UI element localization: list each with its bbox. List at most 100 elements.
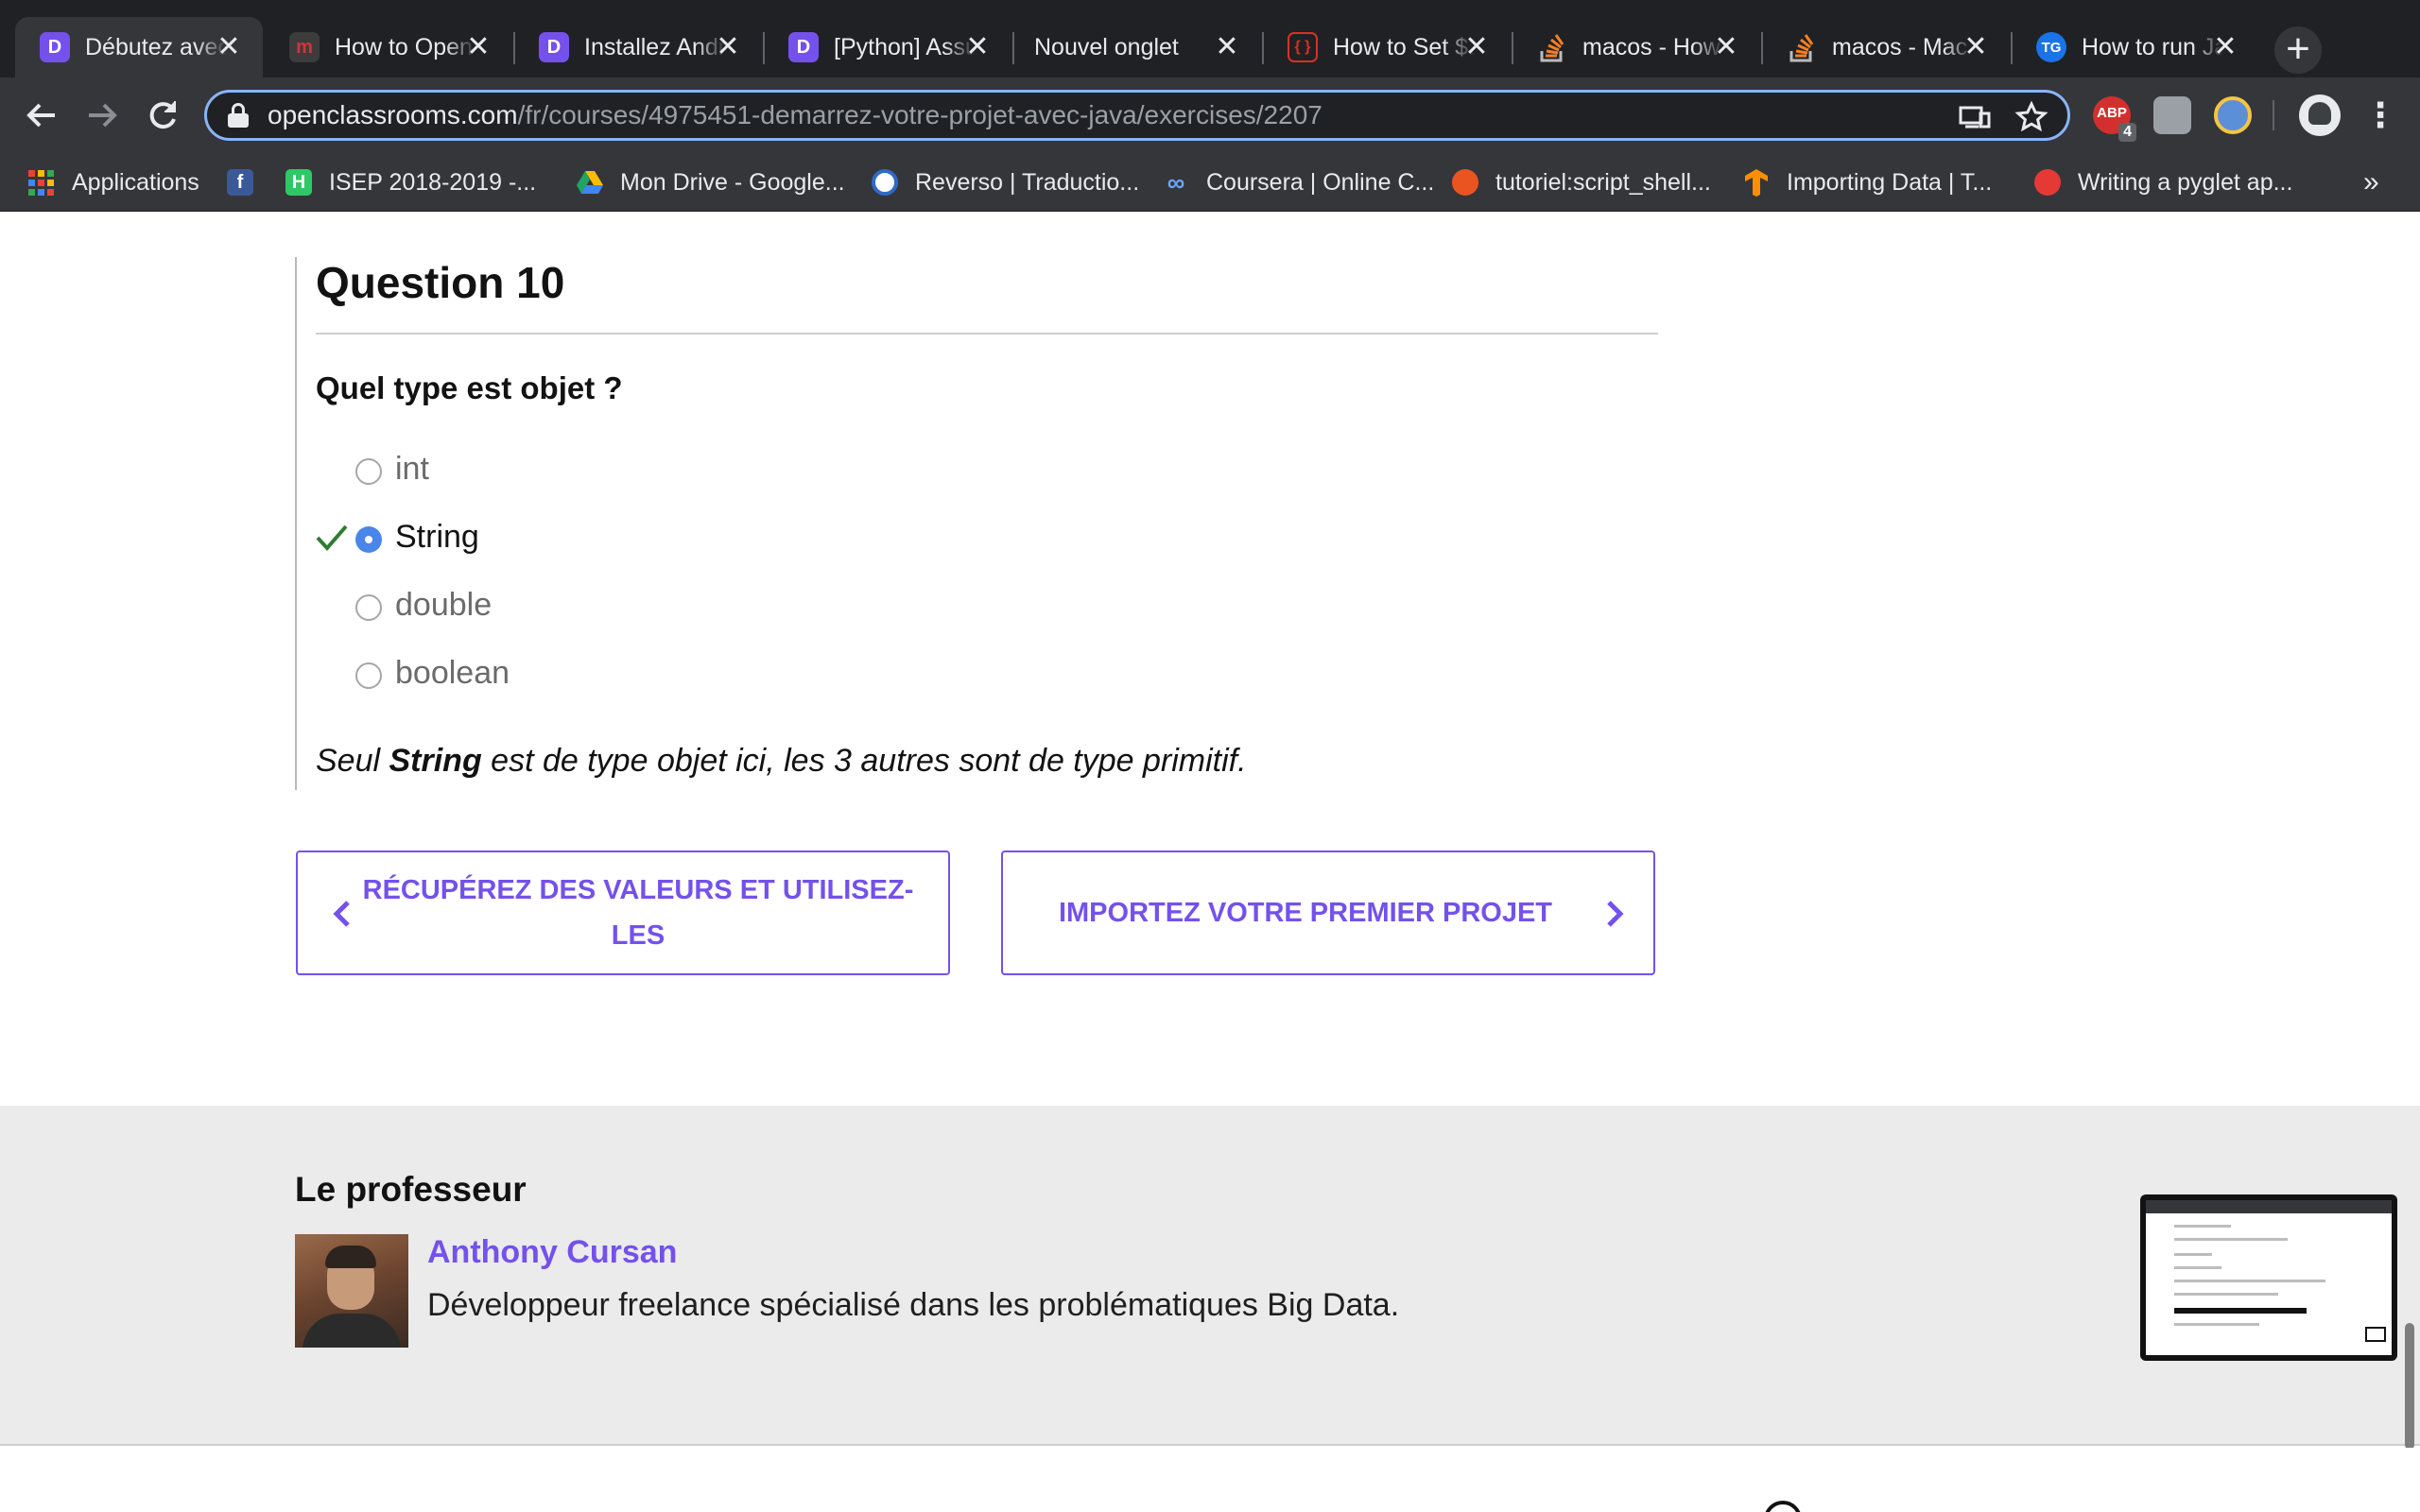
professor-name-link[interactable]: Anthony Cursan <box>427 1234 677 1271</box>
answer-label: double <box>395 587 493 623</box>
correct-checkmark-icon <box>316 524 348 552</box>
bookmark-facebook[interactable]: f <box>227 163 270 202</box>
tab-installez-android[interactable]: D Installez Android Studio ✕ <box>514 17 762 77</box>
close-tab-icon[interactable]: ✕ <box>214 32 244 62</box>
bookmark-script-shell[interactable]: tutoriel:script_shell... <box>1452 163 1711 202</box>
question-prompt: Quel type est objet ? <box>316 370 623 405</box>
profile-avatar-icon[interactable] <box>2299 94 2341 136</box>
bookmark-star-icon[interactable] <box>2014 100 2048 134</box>
footer-strip <box>0 1448 2420 1512</box>
m-icon: m <box>289 32 320 62</box>
hackerrank-icon: H <box>285 169 312 196</box>
stackoverflow-icon <box>1537 32 1567 62</box>
browser-tab-strip: D Débutez avec Java ✕ m How to Open Term… <box>0 0 2420 77</box>
bookmark-pyglet[interactable]: Writing a pyglet ap... <box>2034 163 2292 202</box>
tab-title: Nouvel onglet <box>1034 33 1179 60</box>
explanation-prefix: Seul <box>316 743 389 779</box>
bookmark-label: tutoriel:script_shell... <box>1495 168 1711 196</box>
close-tab-icon[interactable]: ✕ <box>962 32 993 62</box>
globe-icon[interactable] <box>1764 1501 1802 1512</box>
bookmark-label: Reverso | Traductio... <box>915 168 1140 196</box>
bookmark-label: Applications <box>72 168 199 196</box>
tab-title: macos - Mac OS X <box>1832 33 1974 60</box>
bookmark-reverso[interactable]: Reverso | Traductio... <box>872 163 1139 202</box>
coursera-icon: ∞ <box>1167 167 1185 197</box>
url-host: openclassrooms.com <box>268 100 518 129</box>
bookmark-label: Importing Data | T... <box>1787 168 1993 196</box>
screenshot-preview-thumbnail[interactable] <box>2140 1194 2397 1361</box>
radio-button[interactable] <box>355 594 382 621</box>
chevron-right-icon <box>1607 901 1624 927</box>
tab-debutez-java[interactable]: D Débutez avec Java ✕ <box>15 17 263 77</box>
back-button[interactable] <box>19 93 64 138</box>
bookmark-label: Mon Drive - Google... <box>620 168 845 196</box>
google-drive-icon <box>577 169 603 196</box>
adblock-icon[interactable]: ABP 4 <box>2093 96 2136 142</box>
stackoverflow-icon <box>1787 32 1817 62</box>
professor-section: Le professeur Anthony Cursan Développeur… <box>0 1106 2420 1446</box>
answer-label: int <box>395 451 429 487</box>
tab-nouvel-onglet[interactable]: Nouvel onglet ✕ <box>1013 17 1261 77</box>
close-tab-icon[interactable]: ✕ <box>1461 32 1492 62</box>
close-tab-icon[interactable]: ✕ <box>463 32 493 62</box>
more-menu-icon[interactable]: ⋮ <box>2361 93 2399 138</box>
previous-chapter-button[interactable]: RÉCUPÉREZ DES VALEURS ET UTILISEZ- LES <box>296 850 950 975</box>
bookmark-label: Writing a pyglet ap... <box>2078 168 2293 196</box>
bookmarks-overflow-button[interactable]: » <box>2363 163 2379 202</box>
openclassrooms-icon: D <box>40 32 70 62</box>
tab-macos-mac-os-x[interactable]: macos - Mac OS X ✕ <box>1762 17 2010 77</box>
tab-how-to-open-terminal[interactable]: m How to Open Terminal ✕ <box>265 17 512 77</box>
close-tab-icon[interactable]: ✕ <box>2210 32 2240 62</box>
eyes-extension-icon[interactable] <box>2214 96 2252 134</box>
reload-button[interactable] <box>140 93 185 138</box>
bookmark-importing-data[interactable]: Importing Data | T... <box>1743 163 1992 202</box>
tab-how-to-run-java[interactable]: TG How to run Java ✕ <box>2012 17 2259 77</box>
new-tab-button[interactable]: + <box>2274 26 2322 74</box>
adblock-badge: 4 <box>2118 123 2136 142</box>
next-chapter-label: IMPORTEZ VOTRE PREMIER PROJET <box>1058 898 1553 928</box>
radio-button[interactable] <box>355 662 382 689</box>
cast-icon[interactable] <box>1958 100 1992 134</box>
radio-button[interactable] <box>355 458 382 485</box>
close-tab-icon[interactable]: ✕ <box>713 32 743 62</box>
tensorflow-icon <box>1743 169 1770 197</box>
tab-how-to-set-java-home[interactable]: { } How to Set $JAVA_HOME ✕ <box>1263 17 1511 77</box>
openclassrooms-icon: D <box>539 32 569 62</box>
tab-python-assurez[interactable]: D [Python] Assurez-vous ✕ <box>764 17 1011 77</box>
previous-label-line-1: RÉCUPÉREZ DES VALEURS ET UTILISEZ- <box>362 875 914 905</box>
extension-icon[interactable] <box>2153 96 2191 134</box>
ubuntu-icon <box>1452 169 1478 196</box>
explanation-suffix: est de type objet ici, les 3 autres sont… <box>481 743 1247 779</box>
reload-icon <box>149 101 176 129</box>
toolbar-separator <box>2273 100 2274 130</box>
address-bar[interactable]: openclassrooms.com/fr/courses/4975451-de… <box>204 90 2070 141</box>
bookmark-applications[interactable]: Applications <box>28 163 199 202</box>
question-title: Question 10 <box>316 258 565 307</box>
url-path: /fr/courses/4975451-demarrez-votre-proje… <box>517 100 1322 129</box>
question-block: Question 10 Quel type est objet ? int St… <box>295 257 1658 790</box>
close-tab-icon[interactable]: ✕ <box>1212 32 1242 62</box>
openclassrooms-icon: D <box>788 32 819 62</box>
professor-bio: Développeur freelance spécialisé dans le… <box>427 1287 1400 1323</box>
close-tab-icon[interactable]: ✕ <box>1961 32 1991 62</box>
page-scrollbar[interactable] <box>2405 1323 2414 1450</box>
answer-label: String <box>395 519 479 555</box>
bookmark-isep[interactable]: H ISEP 2018-2019 -... <box>285 163 536 202</box>
tg-icon: TG <box>2036 32 2066 62</box>
lock-icon <box>228 103 249 128</box>
apps-grid-icon <box>28 169 55 196</box>
tab-macos-how-to[interactable]: macos - How to ✕ <box>1512 17 1760 77</box>
facebook-icon: f <box>227 169 253 196</box>
bookmark-coursera[interactable]: ∞ Coursera | Online C... <box>1163 163 1435 202</box>
previous-label-line-2: LES <box>611 920 666 951</box>
bookmark-google-drive[interactable]: Mon Drive - Google... <box>577 163 845 202</box>
close-tab-icon[interactable]: ✕ <box>1711 32 1741 62</box>
tab-title: How to Open Terminal <box>335 33 476 60</box>
forward-button[interactable] <box>79 93 125 138</box>
radio-button-selected[interactable] <box>355 526 382 553</box>
answer-label: boolean <box>395 655 510 691</box>
back-arrow-icon <box>26 103 55 128</box>
adblock-label: ABP <box>2097 105 2127 121</box>
next-chapter-button[interactable]: IMPORTEZ VOTRE PREMIER PROJET <box>1001 850 1655 975</box>
url-text[interactable]: openclassrooms.com/fr/courses/4975451-de… <box>268 100 1322 130</box>
